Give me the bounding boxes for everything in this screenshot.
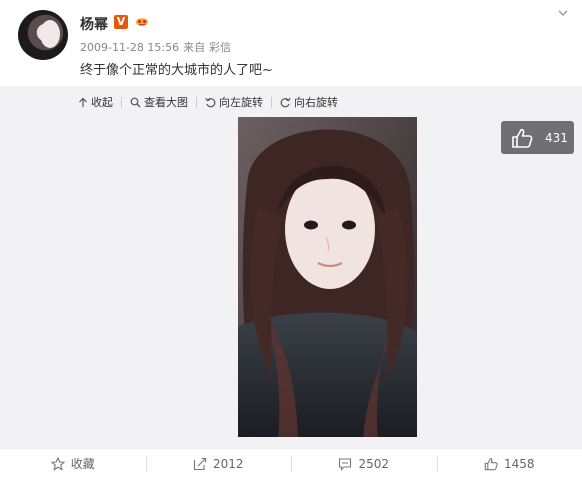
rotate-right-label: 向右旋转 bbox=[294, 96, 338, 109]
image-like-count: 431 bbox=[545, 130, 568, 145]
chevron-down-icon[interactable] bbox=[558, 8, 568, 18]
repost-count: 2012 bbox=[212, 456, 244, 471]
post-text: 终于像个正常的大城市的人了吧~ bbox=[80, 63, 273, 78]
favorite-label: 收藏 bbox=[70, 457, 95, 471]
repost-button[interactable]: 2012 bbox=[145, 449, 292, 478]
post-actions: 收藏 2012 2502 1458 bbox=[0, 448, 582, 478]
comment-button[interactable]: 2502 bbox=[291, 449, 437, 478]
like-button[interactable]: 1458 bbox=[436, 449, 582, 478]
collapse-label: 收起 bbox=[91, 96, 113, 109]
view-large-button[interactable]: 查看大图 bbox=[130, 94, 188, 110]
post-source: 彩信 bbox=[209, 41, 232, 54]
verified-icon: V bbox=[114, 15, 128, 29]
repost-icon bbox=[193, 457, 207, 470]
star-icon bbox=[50, 456, 65, 471]
toolbar-divider bbox=[271, 96, 272, 108]
collapse-button[interactable]: 收起 bbox=[78, 94, 113, 110]
thumbs-up-icon bbox=[484, 457, 498, 470]
favorite-button[interactable]: 收藏 bbox=[0, 449, 146, 478]
comment-icon bbox=[339, 457, 352, 471]
thumbs-up-icon bbox=[512, 128, 533, 148]
rotate-right-button[interactable]: 向右旋转 bbox=[280, 94, 338, 110]
toolbar-divider bbox=[196, 96, 197, 108]
toolbar-divider bbox=[121, 96, 122, 108]
magnifier-icon bbox=[130, 97, 141, 107]
post-header: 杨幂 V 2009-11-28 15:56 来自 彩信 终于像个正常的大城市的人了吧… bbox=[0, 0, 582, 86]
media-toolbar: 收起 查看大图 向左旋转 向右旋转 bbox=[78, 94, 338, 110]
comment-count: 2502 bbox=[358, 456, 390, 471]
rotate-left-button[interactable]: 向左旋转 bbox=[205, 94, 263, 110]
post-meta: 2009-11-28 15:56 来自 彩信 bbox=[80, 39, 235, 55]
view-large-label: 查看大图 bbox=[144, 96, 188, 109]
member-icon[interactable] bbox=[133, 14, 151, 30]
post-timestamp[interactable]: 2009-11-28 15:56 bbox=[80, 41, 179, 54]
media-panel: 收起 查看大图 向左旋转 向右旋转 431 bbox=[0, 86, 582, 448]
post-photo[interactable] bbox=[238, 117, 417, 437]
rotate-left-icon bbox=[205, 97, 216, 107]
image-like-button[interactable]: 431 bbox=[501, 121, 574, 154]
source-prefix: 来自 bbox=[183, 41, 206, 54]
rotate-right-icon bbox=[280, 97, 291, 107]
portrait-illustration bbox=[238, 117, 417, 437]
author-name[interactable]: 杨幂 bbox=[80, 14, 108, 34]
rotate-left-label: 向左旋转 bbox=[219, 96, 263, 109]
avatar[interactable] bbox=[18, 10, 68, 60]
collapse-icon bbox=[79, 97, 87, 107]
like-count: 1458 bbox=[503, 456, 535, 471]
avatar-face bbox=[40, 20, 60, 48]
